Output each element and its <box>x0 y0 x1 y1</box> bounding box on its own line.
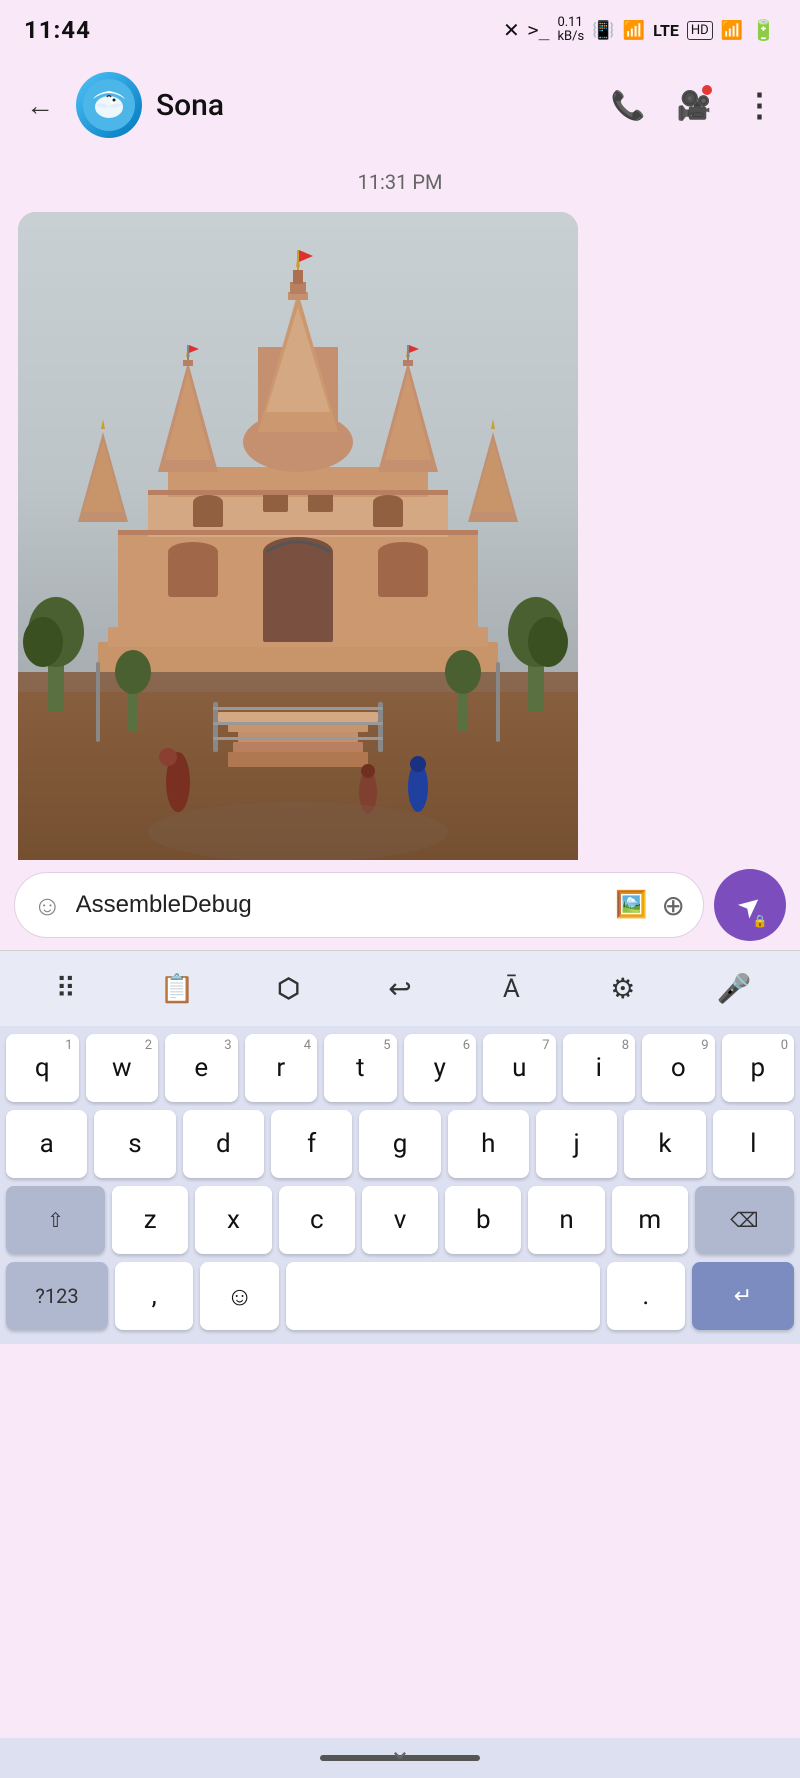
send-button[interactable]: ➤ 🔒 <box>714 869 786 941</box>
key-b[interactable]: b <box>445 1186 521 1254</box>
status-bar: 11:44 ✕ >_ 0.11kB/s 📳 📶 LTE HD 📶 🔋 <box>0 0 800 60</box>
more-icon: ⋮ <box>744 86 777 124</box>
emoji-button[interactable]: ☺ <box>33 889 62 922</box>
chevron-down-icon: ⌄ <box>388 1733 411 1766</box>
back-button[interactable]: ← <box>18 83 62 127</box>
key-s[interactable]: s <box>94 1110 175 1178</box>
chat-timestamp: 11:31 PM <box>18 170 782 194</box>
message-input[interactable] <box>76 891 602 919</box>
contact-name[interactable]: Sona <box>156 88 592 123</box>
terminal-icon: >_ <box>528 20 550 41</box>
keyboard-row-4: ?123 , ☺ . ↵ <box>6 1262 794 1330</box>
key-z[interactable]: z <box>112 1186 188 1254</box>
video-notification-dot <box>702 85 712 95</box>
status-icons: ✕ >_ 0.11kB/s 📳 📶 LTE HD 📶 🔋 <box>503 16 776 45</box>
message-input-container: ☺ 🖼️ ⊕ <box>14 872 704 938</box>
key-l[interactable]: l <box>713 1110 794 1178</box>
attach-photo-button[interactable]: 🖼️ <box>615 890 647 920</box>
back-arrow-icon: ← <box>26 89 54 122</box>
app-bar-actions: 📞 🎥 ⋮ <box>606 83 782 127</box>
input-bar: ☺ 🖼️ ⊕ ➤ 🔒 <box>0 860 800 950</box>
keyboard-clipboard-button[interactable]: 📋 <box>142 961 212 1017</box>
more-options-button[interactable]: ⋮ <box>738 83 782 127</box>
key-f[interactable]: f <box>271 1110 352 1178</box>
avatar-image <box>83 79 135 131</box>
key-c[interactable]: c <box>279 1186 355 1254</box>
key-o[interactable]: 9o <box>642 1034 715 1102</box>
key-a[interactable]: a <box>6 1110 87 1178</box>
vibrate-icon: 📳 <box>592 20 614 41</box>
status-time: 11:44 <box>24 16 91 44</box>
key-p[interactable]: 0p <box>722 1034 795 1102</box>
send-lock-icon: 🔒 <box>753 914 768 928</box>
keyboard-undo-button[interactable]: ↩ <box>365 961 435 1017</box>
mic-icon: 🎤 <box>717 972 752 1005</box>
key-x[interactable]: x <box>195 1186 271 1254</box>
key-j[interactable]: j <box>536 1110 617 1178</box>
key-comma[interactable]: , <box>115 1262 193 1330</box>
key-period[interactable]: . <box>607 1262 685 1330</box>
key-q[interactable]: 1q <box>6 1034 79 1102</box>
key-g[interactable]: g <box>359 1110 440 1178</box>
text-cursor-icon: ⬡ <box>277 974 300 1004</box>
key-v[interactable]: v <box>362 1186 438 1254</box>
lte-label: LTE <box>653 21 679 40</box>
keyboard-font-button[interactable]: Ā <box>476 961 546 1017</box>
keyboard-toolbar: ⠿ 📋 ⬡ ↩ Ā ⚙ 🎤 <box>0 950 800 1026</box>
app-bar: ← Sona 📞 🎥 ⋮ <box>0 60 800 150</box>
key-m[interactable]: m <box>612 1186 688 1254</box>
clipboard-icon: 📋 <box>160 972 195 1005</box>
twitter-icon: ✕ <box>503 18 520 42</box>
key-shift[interactable]: ⇧ <box>6 1186 105 1254</box>
key-k[interactable]: k <box>624 1110 705 1178</box>
battery-icon: 🔋 <box>751 18 776 42</box>
chevron-down-button[interactable]: ⌄ <box>388 1733 411 1766</box>
signal-kbs: 0.11kB/s <box>557 16 584 45</box>
key-i[interactable]: 8i <box>563 1034 636 1102</box>
key-h[interactable]: h <box>448 1110 529 1178</box>
keyboard-mic-button[interactable]: 🎤 <box>699 961 769 1017</box>
phone-icon: 📞 <box>611 89 646 122</box>
keyboard-row-1: 1q 2w 3e 4r 5t 6y 7u 8i 9o 0p <box>6 1034 794 1102</box>
keyboard-text-cursor-button[interactable]: ⬡ <box>254 961 324 1017</box>
wifi-icon: 📶 <box>623 20 645 41</box>
add-attachment-button[interactable]: ⊕ <box>662 889 685 922</box>
key-backspace[interactable]: ⌫ <box>695 1186 794 1254</box>
font-icon: Ā <box>503 974 520 1004</box>
settings-icon: ⚙ <box>610 972 635 1005</box>
keyboard-row-2: a s d f g h j k l <box>6 1110 794 1178</box>
keyboard: 1q 2w 3e 4r 5t 6y 7u 8i 9o 0p a s d f g … <box>0 1026 800 1344</box>
key-n[interactable]: n <box>528 1186 604 1254</box>
key-t[interactable]: 5t <box>324 1034 397 1102</box>
key-space[interactable] <box>286 1262 600 1330</box>
key-d[interactable]: d <box>183 1110 264 1178</box>
key-r[interactable]: 4r <box>245 1034 318 1102</box>
temple-image-svg <box>18 212 578 952</box>
undo-icon: ↩ <box>388 972 411 1005</box>
key-w[interactable]: 2w <box>86 1034 159 1102</box>
video-call-button[interactable]: 🎥 <box>672 83 716 127</box>
hd-icon: HD <box>687 21 713 40</box>
grid-icon: ⠿ <box>55 972 76 1005</box>
key-emoji[interactable]: ☺ <box>200 1262 278 1330</box>
key-enter[interactable]: ↵ <box>692 1262 794 1330</box>
key-y[interactable]: 6y <box>404 1034 477 1102</box>
avatar[interactable] <box>76 72 142 138</box>
call-button[interactable]: 📞 <box>606 83 650 127</box>
keyboard-row-3: ⇧ z x c v b n m ⌫ <box>6 1186 794 1254</box>
key-numbers[interactable]: ?123 <box>6 1262 108 1330</box>
network-bars-icon: 📶 <box>721 20 743 41</box>
key-u[interactable]: 7u <box>483 1034 556 1102</box>
keyboard-grid-button[interactable]: ⠿ <box>31 961 101 1017</box>
key-e[interactable]: 3e <box>165 1034 238 1102</box>
keyboard-settings-button[interactable]: ⚙ <box>588 961 658 1017</box>
message-image[interactable] <box>18 212 578 952</box>
